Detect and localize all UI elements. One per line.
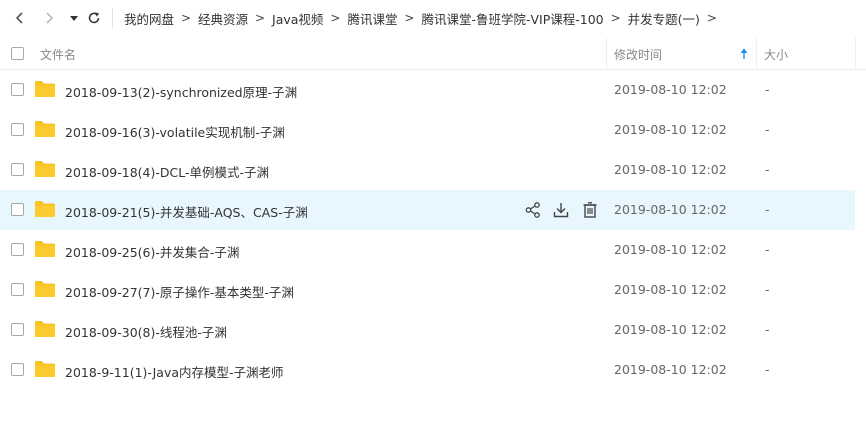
file-size: - <box>765 82 770 97</box>
sort-ascending-icon[interactable] <box>739 47 749 61</box>
file-row-hovered[interactable]: 2018-09-21(5)-并发基础-AQS、CAS-子渊 2019-08-10… <box>0 190 855 230</box>
folder-icon <box>35 201 55 217</box>
folder-icon <box>35 121 55 137</box>
back-button[interactable] <box>11 9 29 27</box>
column-header-name[interactable]: 文件名 <box>40 46 76 63</box>
file-modified: 2019-08-10 12:02 <box>614 122 727 137</box>
toolbar: 我的网盘 > 经典资源 > Java视频 > 腾讯课堂 > 腾讯课堂-鲁班学院-… <box>0 0 866 36</box>
file-size: - <box>765 162 770 177</box>
file-name[interactable]: 2018-09-21(5)-并发基础-AQS、CAS-子渊 <box>65 202 308 221</box>
row-checkbox[interactable] <box>11 243 24 256</box>
history-dropdown-button[interactable] <box>65 9 83 27</box>
breadcrumb-item[interactable]: 我的网盘 <box>124 9 174 28</box>
file-modified: 2019-08-10 12:02 <box>614 202 727 217</box>
download-icon[interactable] <box>552 201 570 219</box>
file-name[interactable]: 2018-09-16(3)-volatile实现机制-子渊 <box>65 122 285 141</box>
chevron-right-icon <box>46 12 54 24</box>
file-name[interactable]: 2018-09-13(2)-synchronized原理-子渊 <box>65 82 297 101</box>
file-name[interactable]: 2018-09-18(4)-DCL-单例模式-子渊 <box>65 162 269 181</box>
file-modified: 2019-08-10 12:02 <box>614 362 727 377</box>
file-row[interactable]: 2018-09-25(6)-并发集合-子渊 2019-08-10 12:02 - <box>0 230 866 270</box>
file-row[interactable]: 2018-09-16(3)-volatile实现机制-子渊 2019-08-10… <box>0 110 866 150</box>
folder-icon <box>35 81 55 97</box>
row-checkbox[interactable] <box>11 323 24 336</box>
file-row[interactable]: 2018-09-18(4)-DCL-单例模式-子渊 2019-08-10 12:… <box>0 150 866 190</box>
folder-icon <box>35 161 55 177</box>
file-name[interactable]: 2018-09-27(7)-原子操作-基本类型-子渊 <box>65 282 294 301</box>
toolbar-divider <box>112 8 113 28</box>
row-checkbox[interactable] <box>11 203 24 216</box>
file-modified: 2019-08-10 12:02 <box>614 162 727 177</box>
file-size: - <box>765 202 770 217</box>
caret-down-icon <box>70 16 78 21</box>
row-checkbox[interactable] <box>11 163 24 176</box>
folder-icon <box>35 281 55 297</box>
file-row[interactable]: 2018-09-27(7)-原子操作-基本类型-子渊 2019-08-10 12… <box>0 270 866 310</box>
chevron-left-icon <box>15 12 23 24</box>
breadcrumb-item[interactable]: 腾讯课堂-鲁班学院-VIP课程-100 <box>421 9 603 28</box>
column-header-size[interactable]: 大小 <box>764 46 788 63</box>
folder-icon <box>35 321 55 337</box>
column-header-modified[interactable]: 修改时间 <box>614 46 662 63</box>
file-row[interactable]: 2018-09-13(2)-synchronized原理-子渊 2019-08-… <box>0 70 866 110</box>
row-checkbox[interactable] <box>11 283 24 296</box>
file-list-header: 文件名 修改时间 大小 <box>0 38 866 70</box>
file-row[interactable]: 2018-09-30(8)-线程池-子渊 2019-08-10 12:02 - <box>0 310 866 350</box>
breadcrumb: 我的网盘 > 经典资源 > Java视频 > 腾讯课堂 > 腾讯课堂-鲁班学院-… <box>124 0 724 36</box>
file-name[interactable]: 2018-09-25(6)-并发集合-子渊 <box>65 242 239 261</box>
breadcrumb-current[interactable]: 并发专题(一) <box>628 9 700 28</box>
breadcrumb-dropdown-arrow[interactable]: > <box>700 11 724 25</box>
breadcrumb-separator: > <box>330 11 341 25</box>
breadcrumb-separator: > <box>255 11 266 25</box>
file-size: - <box>765 122 770 137</box>
column-divider[interactable] <box>606 38 607 69</box>
file-modified: 2019-08-10 12:02 <box>614 82 727 97</box>
file-modified: 2019-08-10 12:02 <box>614 242 727 257</box>
column-divider[interactable] <box>756 38 757 69</box>
forward-button[interactable] <box>40 9 58 27</box>
file-size: - <box>765 322 770 337</box>
folder-icon <box>35 361 55 377</box>
breadcrumb-separator: > <box>610 11 621 25</box>
breadcrumb-separator: > <box>404 11 415 25</box>
breadcrumb-separator: > <box>180 11 192 25</box>
file-modified: 2019-08-10 12:02 <box>614 282 727 297</box>
file-modified: 2019-08-10 12:02 <box>614 322 727 337</box>
file-name[interactable]: 2018-9-11(1)-Java内存模型-子渊老师 <box>65 362 284 381</box>
file-size: - <box>765 242 770 257</box>
refresh-button[interactable] <box>85 9 103 27</box>
row-checkbox[interactable] <box>11 83 24 96</box>
row-checkbox[interactable] <box>11 363 24 376</box>
file-size: - <box>765 282 770 297</box>
share-icon[interactable] <box>524 201 542 219</box>
file-size: - <box>765 362 770 377</box>
breadcrumb-item[interactable]: 经典资源 <box>198 9 248 28</box>
file-name[interactable]: 2018-09-30(8)-线程池-子渊 <box>65 322 227 341</box>
folder-icon <box>35 241 55 257</box>
refresh-icon <box>88 12 100 24</box>
column-divider[interactable] <box>855 38 856 69</box>
file-row[interactable]: 2018-9-11(1)-Java内存模型-子渊老师 2019-08-10 12… <box>0 350 866 390</box>
file-list: 2018-09-13(2)-synchronized原理-子渊 2019-08-… <box>0 70 866 390</box>
breadcrumb-item[interactable]: Java视频 <box>272 9 323 28</box>
trash-icon[interactable] <box>581 201 599 219</box>
row-checkbox[interactable] <box>11 123 24 136</box>
select-all-checkbox[interactable] <box>11 47 24 60</box>
breadcrumb-item[interactable]: 腾讯课堂 <box>347 9 397 28</box>
